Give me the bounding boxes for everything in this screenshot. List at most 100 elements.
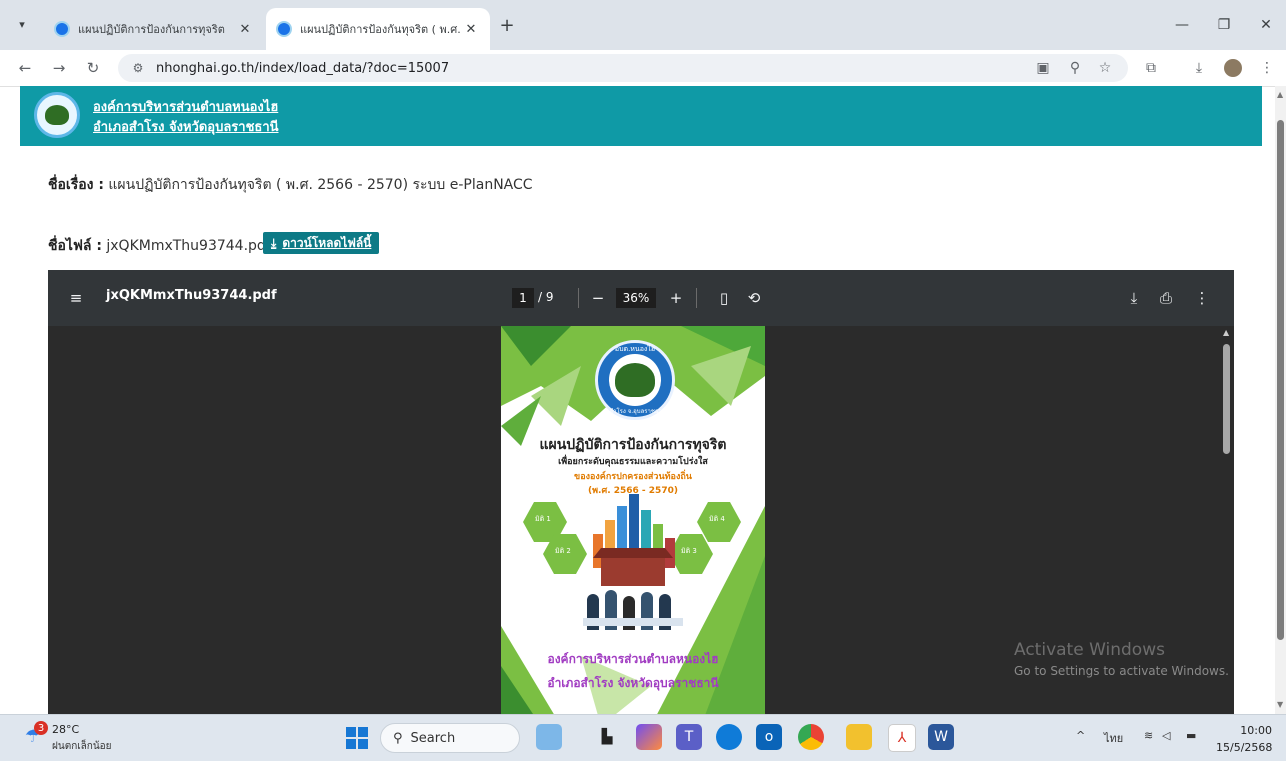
acrobat-icon[interactable]: ⅄ bbox=[888, 724, 916, 752]
activate-windows-title: Activate Windows bbox=[1014, 640, 1165, 660]
download-icon: ⤓ bbox=[271, 235, 277, 250]
back-arrow-icon[interactable]: ← bbox=[12, 55, 38, 81]
forward-arrow-icon[interactable]: → bbox=[46, 55, 72, 81]
building-illustration bbox=[601, 556, 665, 586]
url-text[interactable]: nhonghai.go.th/index/load_data/?doc=1500… bbox=[156, 61, 449, 76]
page-total: / 9 bbox=[538, 290, 554, 304]
hamburger-menu-icon[interactable]: ≡ bbox=[64, 287, 88, 309]
translate-icon[interactable]: ▣ bbox=[1030, 54, 1056, 82]
divider bbox=[696, 288, 697, 308]
file-value: jxQKMmxThu93744.pdf bbox=[106, 238, 271, 254]
download-label: ดาวน์โหลดไฟล์นี้ bbox=[282, 235, 372, 250]
scroll-down-icon[interactable]: ▼ bbox=[1277, 700, 1283, 709]
downloads-icon[interactable]: ⤓ bbox=[1186, 54, 1212, 82]
scroll-up-icon[interactable]: ▲ bbox=[1223, 328, 1229, 337]
clock-date[interactable]: 15/5/2568 bbox=[1216, 741, 1272, 754]
zoom-in-icon[interactable]: + bbox=[666, 288, 686, 308]
hex-label: มิติ 3 bbox=[681, 547, 697, 555]
people-illustration bbox=[583, 588, 683, 630]
cover-title: แผนปฏิบัติการป้องกันการทุจริต bbox=[539, 437, 727, 453]
tab-active[interactable]: แผนปฏิบัติการป้องกันทุจริต ( พ.ศ. 25 ✕ bbox=[266, 8, 490, 50]
chrome-icon[interactable] bbox=[798, 724, 824, 750]
clock-time[interactable]: 10:00 bbox=[1238, 724, 1272, 737]
zoom-out-icon[interactable]: − bbox=[588, 288, 608, 308]
battery-icon[interactable]: ▬ bbox=[1186, 729, 1196, 742]
reload-icon[interactable]: ↻ bbox=[80, 55, 106, 81]
site-settings-icon[interactable]: ⚙ bbox=[126, 61, 150, 75]
zoom-level-input[interactable]: 36% bbox=[616, 288, 656, 308]
pdf-download-icon[interactable]: ⤓ bbox=[1124, 288, 1144, 308]
file-explorer-icon[interactable] bbox=[846, 724, 872, 750]
wifi-icon[interactable]: ≋ bbox=[1144, 729, 1153, 742]
page-number-input[interactable]: 1 bbox=[512, 288, 534, 308]
close-window-icon[interactable]: ✕ bbox=[1248, 12, 1284, 38]
edge-icon[interactable] bbox=[716, 724, 742, 750]
outlook-icon[interactable]: o bbox=[756, 724, 782, 750]
tab-title: แผนปฏิบัติการป้องกันการทุจริต bbox=[78, 23, 225, 36]
page-scrollbar[interactable]: ▲ ▼ bbox=[1275, 86, 1286, 714]
extensions-puzzle-icon[interactable]: ⧉ bbox=[1138, 54, 1164, 82]
profile-avatar-icon[interactable] bbox=[1220, 54, 1246, 82]
teams-icon[interactable]: T bbox=[676, 724, 702, 750]
pdf-scrollbar-thumb[interactable] bbox=[1223, 344, 1230, 454]
site-favicon-icon bbox=[54, 21, 70, 37]
file-row: ชื่อไฟล์ : jxQKMmxThu93744.pdf bbox=[48, 235, 271, 257]
pdf-toolbar: ≡ jxQKMmxThu93744.pdf 1 / 9 − 36% + ▯ ⟲ … bbox=[48, 270, 1234, 326]
tab-title: แผนปฏิบัติการป้องกันทุจริต ( พ.ศ. 25 bbox=[300, 23, 462, 36]
cover-subtitle: เพื่อยกระดับคุณธรรมและความโปร่งใส bbox=[558, 457, 708, 467]
seal-bottom-text: อ.สำโรง จ.อุบลราชธานี bbox=[603, 408, 667, 415]
subject-value: แผนปฏิบัติการป้องกันทุจริต ( พ.ศ. 2566 -… bbox=[108, 177, 533, 193]
show-hidden-icons-chevron-icon[interactable]: ^ bbox=[1076, 729, 1085, 742]
tree-icon bbox=[45, 105, 69, 125]
fit-page-icon[interactable]: ▯ bbox=[714, 288, 734, 308]
pdf-more-menu-icon[interactable]: ⋮ bbox=[1192, 288, 1212, 308]
download-file-button[interactable]: ⤓ ดาวน์โหลดไฟล์นี้ bbox=[263, 232, 380, 254]
tab-search-chevron-icon[interactable]: ▾ bbox=[8, 10, 36, 38]
cover-footer-location: อำเภอสำโรง จังหวัดอุบลราชธานี bbox=[547, 676, 719, 690]
close-tab-icon[interactable]: ✕ bbox=[236, 22, 254, 37]
minimize-icon[interactable]: — bbox=[1164, 12, 1200, 38]
task-view-icon[interactable]: ▙ bbox=[594, 724, 620, 750]
windows-start-icon[interactable] bbox=[346, 727, 368, 749]
address-bar[interactable]: ⚙ nhonghai.go.th/index/load_data/?doc=15… bbox=[118, 54, 1128, 82]
divider bbox=[578, 288, 579, 308]
copilot-icon[interactable] bbox=[636, 724, 662, 750]
site-favicon-icon bbox=[276, 21, 292, 37]
browser-tab-strip: ▾ แผนปฏิบัติการป้องกันการทุจริต ✕ แผนปฏิ… bbox=[0, 0, 1286, 50]
taskbar-search-box[interactable]: ⚲ Search bbox=[380, 723, 520, 753]
weather-condition[interactable]: ฝนตกเล็กน้อย bbox=[52, 739, 112, 754]
activate-windows-subtitle: Go to Settings to activate Windows. bbox=[1014, 664, 1229, 678]
tab-inactive[interactable]: แผนปฏิบัติการป้องกันการทุจริต ✕ bbox=[44, 8, 264, 50]
cover-subtitle-2: ขององค์กรปกครองส่วนท้องถิ่น bbox=[574, 472, 692, 482]
pdf-page-cover: อบต.หนองไฮ อ.สำโรง จ.อุบลราชธานี แผนปฏิบ… bbox=[501, 326, 765, 714]
restore-icon[interactable]: ❐ bbox=[1206, 12, 1242, 38]
search-placeholder: Search bbox=[410, 730, 456, 746]
subject-row: ชื่อเรื่อง : แผนปฏิบัติการป้องกันทุจริต … bbox=[48, 174, 533, 196]
word-icon[interactable]: W bbox=[928, 724, 954, 750]
browser-menu-icon[interactable]: ⋮ bbox=[1254, 54, 1280, 82]
volume-icon[interactable]: ◁ bbox=[1162, 729, 1170, 742]
temperature[interactable]: 28°C bbox=[52, 723, 79, 736]
input-language[interactable]: ไทย bbox=[1104, 729, 1123, 747]
building-roof bbox=[593, 548, 673, 558]
zoom-icon[interactable]: ⚲ bbox=[1062, 54, 1088, 82]
org-logo[interactable] bbox=[34, 92, 80, 138]
widgets-app-icon[interactable] bbox=[536, 724, 562, 750]
browser-toolbar: ← → ↻ ⚙ nhonghai.go.th/index/load_data/?… bbox=[0, 50, 1286, 87]
windows-taskbar: ☂ 3 28°C ฝนตกเล็กน้อย ⚲ Search ▙ T o ⅄ W… bbox=[0, 714, 1286, 761]
pdf-filename: jxQKMmxThu93744.pdf bbox=[106, 288, 277, 303]
new-tab-plus-icon[interactable]: + bbox=[494, 12, 520, 38]
page-scrollbar-thumb[interactable] bbox=[1277, 120, 1284, 640]
close-tab-icon[interactable]: ✕ bbox=[462, 22, 480, 37]
subject-label: ชื่อเรื่อง : bbox=[48, 177, 104, 193]
print-icon[interactable]: ⎙ bbox=[1156, 288, 1176, 308]
bookmark-star-icon[interactable]: ☆ bbox=[1092, 54, 1118, 82]
scroll-up-icon[interactable]: ▲ bbox=[1277, 90, 1283, 99]
pdf-scrollbar[interactable]: ▲ bbox=[1220, 326, 1234, 714]
hex-label: มิติ 2 bbox=[555, 547, 571, 555]
hex-label: มิติ 1 bbox=[535, 515, 551, 523]
org-location-link[interactable]: อำเภอสำโรง จังหวัดอุบลราชธานี bbox=[93, 116, 279, 137]
hex-label: มิติ 4 bbox=[709, 515, 725, 523]
org-name-link[interactable]: องค์การบริหารส่วนตำบลหนองไฮ bbox=[93, 96, 278, 117]
rotate-icon[interactable]: ⟲ bbox=[744, 288, 764, 308]
